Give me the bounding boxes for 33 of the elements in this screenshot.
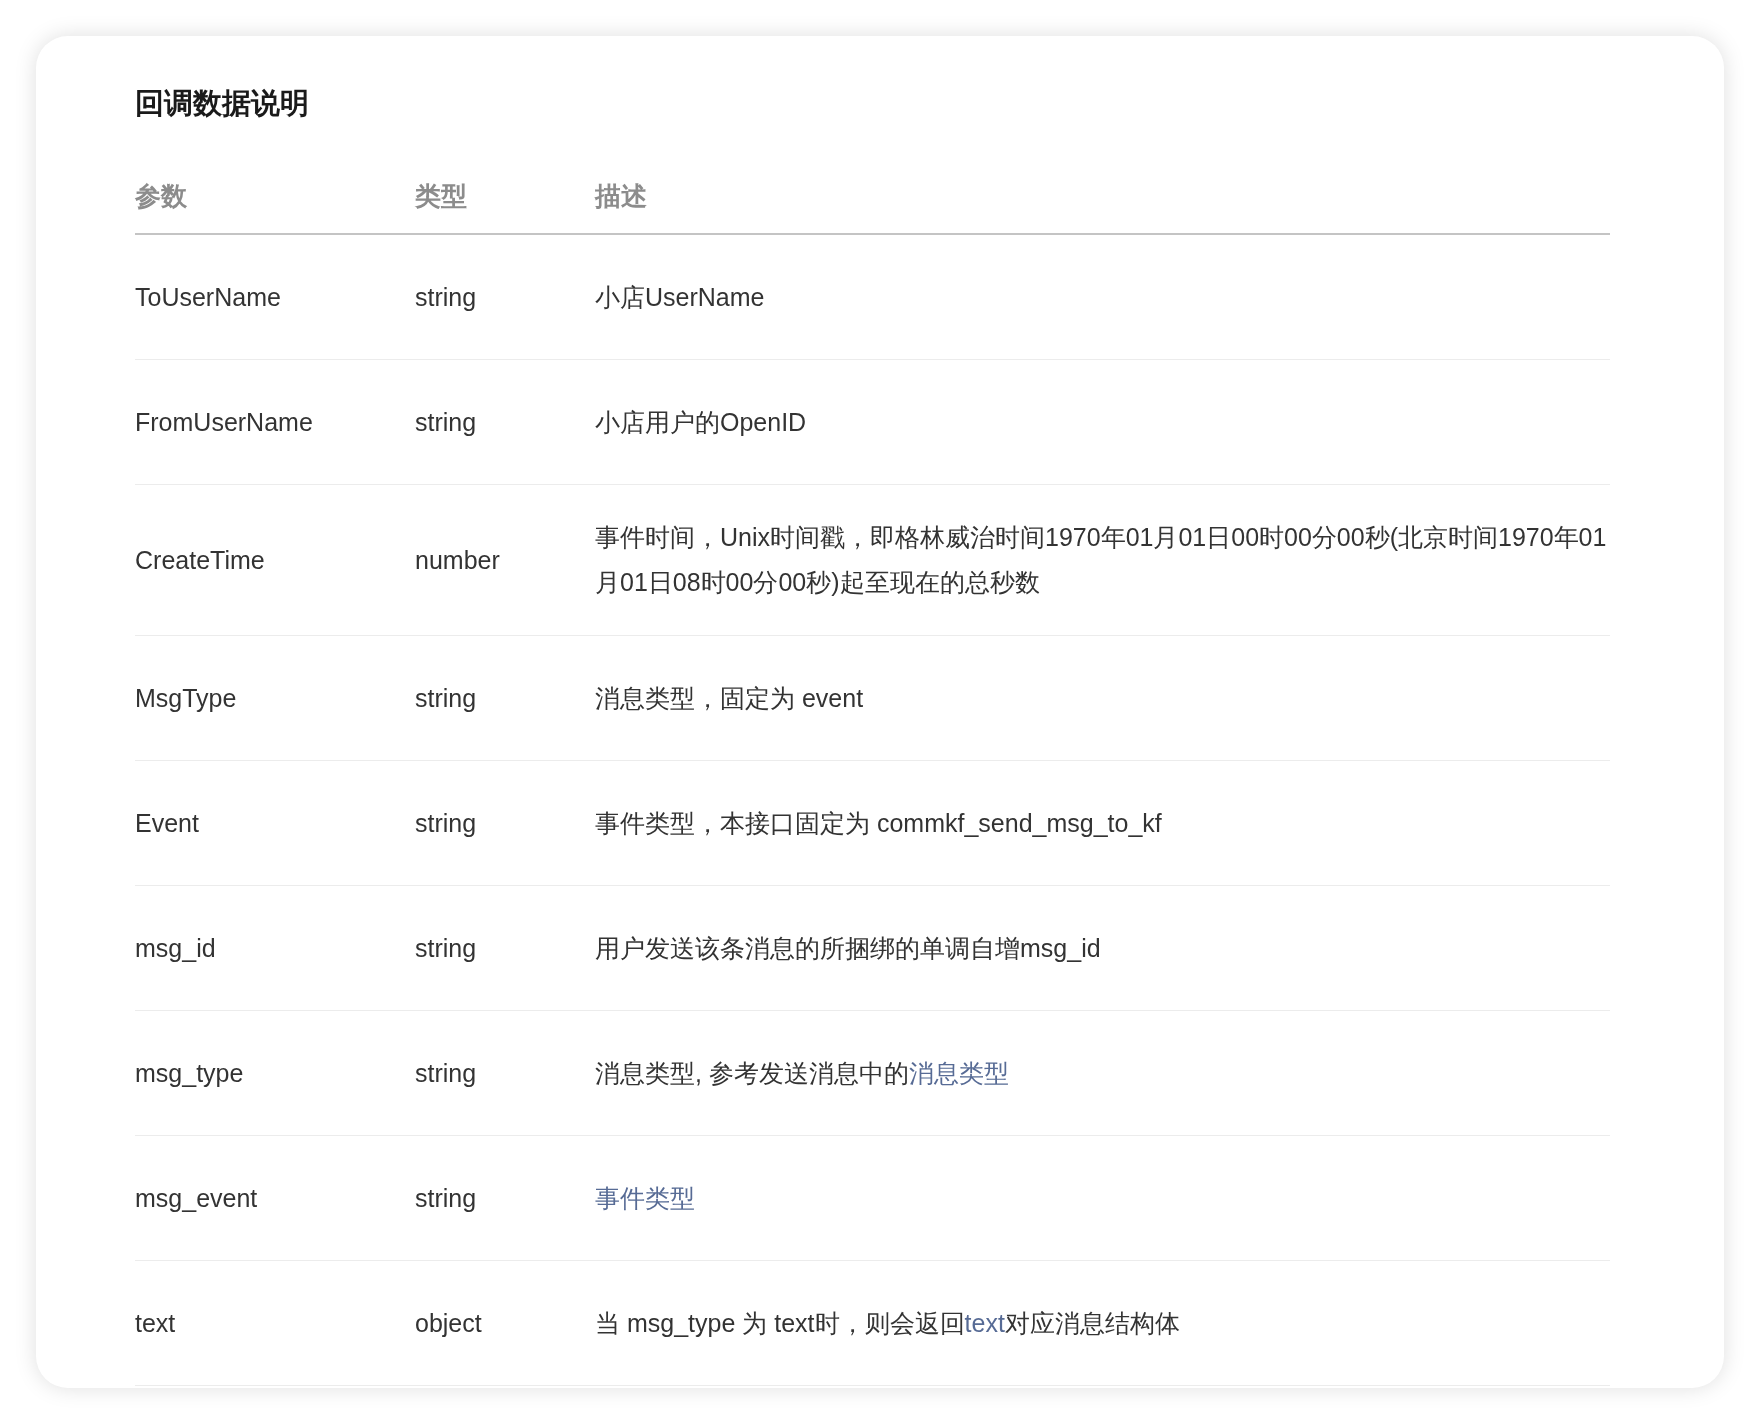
param-name: msg_event bbox=[135, 1182, 259, 1214]
doc-link[interactable]: 消息类型 bbox=[908, 1058, 1009, 1087]
doc-link[interactable]: text bbox=[964, 1308, 1005, 1337]
doc-link[interactable]: 事件类型 bbox=[595, 1183, 695, 1212]
param-name: MsgType bbox=[135, 682, 238, 714]
description-text: 消息类型，固定为 event bbox=[595, 683, 864, 712]
column-header: 描述 bbox=[595, 180, 648, 213]
description-text: 事件类型，本接口固定为 commkf_send_msg_to_kf bbox=[595, 808, 1162, 837]
description-text: 用户发送该条消息的所捆绑的单调自增msg_id bbox=[595, 933, 1101, 962]
param-name: CreateTime bbox=[135, 544, 266, 576]
column-header: 类型 bbox=[415, 180, 468, 213]
param-type: string bbox=[415, 281, 478, 313]
param-name: msg_id bbox=[135, 932, 217, 964]
param-name: text bbox=[135, 1307, 177, 1339]
param-name: ToUserName bbox=[135, 281, 282, 313]
param-type: number bbox=[415, 544, 501, 576]
description-text: 小店UserName bbox=[595, 282, 765, 311]
param-name: msg_type bbox=[135, 1057, 245, 1089]
param-type: string bbox=[415, 932, 478, 964]
param-type: object bbox=[415, 1307, 483, 1339]
description-text: 消息类型, 参考发送消息中的消息类型 bbox=[595, 1058, 1009, 1087]
description-text: 小店用户的OpenID bbox=[595, 407, 807, 436]
param-type: string bbox=[415, 1182, 478, 1214]
description-text: 当 msg_type 为 text时，则会返回text对应消息结构体 bbox=[595, 1308, 1180, 1337]
column-header: 参数 bbox=[135, 180, 188, 213]
param-name: Event bbox=[135, 807, 200, 839]
param-type: string bbox=[415, 682, 478, 714]
param-type: string bbox=[415, 807, 478, 839]
param-type: string bbox=[415, 1057, 478, 1089]
param-name: FromUserName bbox=[135, 406, 314, 438]
description-text: 事件时间，Unix时间戳，即格林威治时间1970年01月01日00时00分00秒(北京时间1970年01月01日08时00分00秒)起至现在的总秒数 bbox=[595, 523, 1607, 596]
section-title: 回调数据说明 bbox=[135, 86, 310, 121]
param-type: string bbox=[415, 406, 478, 438]
